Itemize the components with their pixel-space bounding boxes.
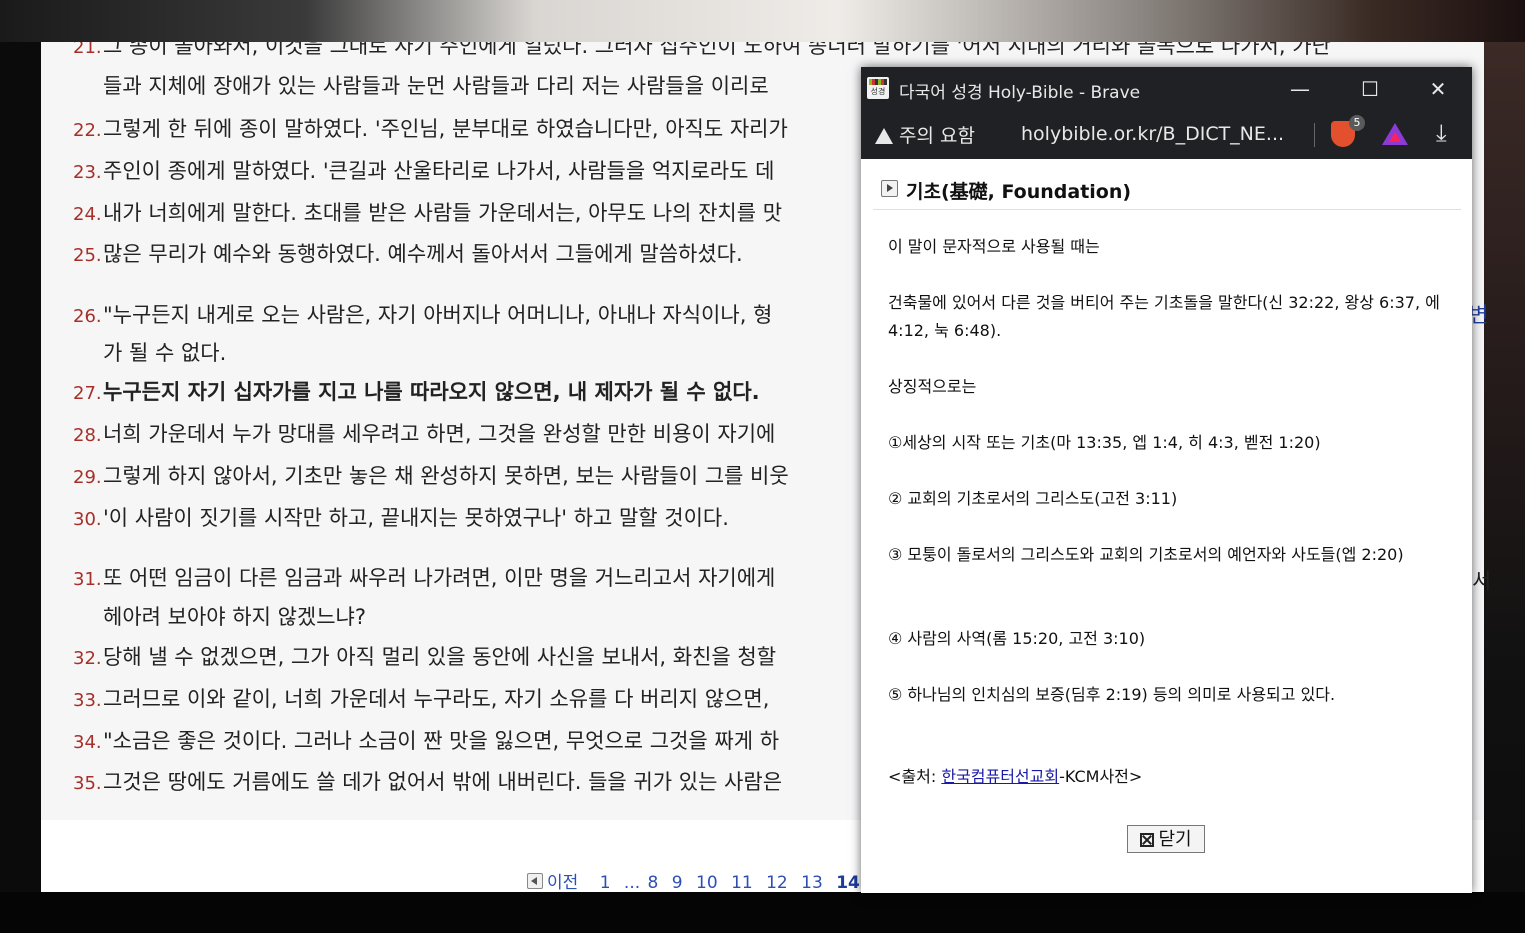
- verse-27: 27.누구든지 자기 십자가를 지고 나를 따라오지 않으면, 내 제자가 될 …: [73, 380, 760, 404]
- minimize-button[interactable]: —: [1277, 67, 1323, 111]
- verse-29: 29.그렇게 하지 않아서, 기초만 놓은 채 완성하지 못하면, 보는 사람들…: [73, 464, 789, 488]
- verse-23: 23.주인이 종에게 말하였다. '큰길과 산울타리로 나가서, 사람들을 억지…: [73, 159, 775, 183]
- definition-paragraph: 건축물에 있어서 다른 것을 버티어 주는 기초돌을 말한다(신 32:22, …: [888, 293, 1440, 340]
- url-text[interactable]: holybible.or.kr/B_DICT_NE...: [1021, 123, 1284, 145]
- source-link[interactable]: 한국컴퓨터선교회: [941, 767, 1059, 786]
- bible-app-icon: 성경: [867, 77, 889, 99]
- address-bar: 주의 요함 holybible.or.kr/B_DICT_NE... 5 ⤓: [861, 111, 1472, 159]
- verse-24: 24.내가 너희에게 말한다. 초대를 받은 사람들 가운데서는, 아무도 나의…: [73, 201, 783, 225]
- dictionary-content: 기초(基礎, Foundation) 이 말이 문자적으로 사용될 때는 건축물…: [861, 159, 1472, 893]
- definition-paragraph: 이 말이 문자적으로 사용될 때는: [888, 237, 1100, 256]
- definition-item: ④ 사람의 사역(롬 15:20, 고전 3:10): [888, 629, 1146, 648]
- verse-28: 28.너희 가운데서 누가 망대를 세우려고 하면, 그것을 완성할 만한 비용…: [73, 422, 776, 446]
- verse-35: 35.그것은 땅에도 거름에도 쓸 데가 없어서 밖에 내버린다. 들을 귀가 …: [73, 770, 783, 794]
- address-separator: [1314, 123, 1315, 147]
- close-button[interactable]: 닫기: [1127, 825, 1205, 853]
- prev-arrow-icon: [527, 873, 543, 889]
- background-photo-top: [0, 0, 1525, 42]
- pagination: 이전 1 ... 8 9 10 11 12 13 14 15: [527, 868, 903, 892]
- security-warning[interactable]: 주의 요함: [875, 121, 975, 148]
- source-line: <출처: 한국컴퓨터선교회-KCM사전>: [888, 767, 1143, 786]
- page-current-14: 14: [836, 873, 860, 892]
- window-titlebar[interactable]: 성경 다국어 성경 Holy-Bible - Brave — ☐ ✕: [861, 67, 1472, 111]
- page-link-8[interactable]: 8: [648, 873, 659, 892]
- verse-31-continued: 헤아려 보아야 하지 않겠느냐?: [103, 605, 367, 629]
- page-link-13[interactable]: 13: [801, 873, 823, 892]
- verse-33: 33.그러므로 이와 같이, 너희 가운데서 누구라도, 자기 소유를 다 버리…: [73, 687, 770, 711]
- window-close-button[interactable]: ✕: [1415, 67, 1461, 111]
- dictionary-popup-window: 성경 다국어 성경 Holy-Bible - Brave — ☐ ✕ 주의 요함…: [861, 67, 1472, 893]
- page-link-9[interactable]: 9: [672, 873, 683, 892]
- brave-rewards-icon[interactable]: [1382, 123, 1408, 145]
- definition-paragraph: 상징적으로는: [888, 377, 977, 396]
- verse-31: 31.또 어떤 임금이 다른 임금과 싸우러 나가려면, 이만 명을 거느리고서…: [73, 566, 776, 590]
- verse-21-continued: 들과 지체에 장애가 있는 사람들과 눈먼 사람들과 다리 저는 사람들을 이리…: [103, 74, 769, 98]
- verse-26: 26."누구든지 내게로 오는 사람은, 자기 아버지나 어머니나, 아내나 자…: [73, 303, 773, 327]
- verse-25: 25.많은 무리가 예수와 동행하였다. 예수께서 돌아서서 그들에게 말씀하셨…: [73, 242, 743, 266]
- definition-item: ③ 모퉁이 돌로서의 그리스도와 교회의 기초로서의 예언자와 사도들(엡 2:…: [888, 545, 1404, 564]
- window-title: 다국어 성경 Holy-Bible - Brave: [899, 83, 1141, 103]
- edge-text-fragment: 서: [1472, 569, 1492, 593]
- maximize-button[interactable]: ☐: [1347, 67, 1393, 111]
- verse-34: 34."소금은 좋은 것이다. 그러나 소금이 짠 맛을 잃으면, 무엇으로 그…: [73, 729, 780, 753]
- heading-divider: [873, 209, 1461, 210]
- page-link-1[interactable]: 1: [600, 873, 611, 892]
- background-photo-right: [1484, 42, 1525, 933]
- page-link-12[interactable]: 12: [766, 873, 788, 892]
- page-link-10[interactable]: 10: [696, 873, 718, 892]
- page-ellipsis: ...: [623, 873, 641, 892]
- prev-page-link[interactable]: 이전: [527, 873, 586, 892]
- entry-heading: 기초(基礎, Foundation): [881, 177, 1131, 204]
- play-icon[interactable]: [881, 180, 898, 197]
- shields-count-badge: 5: [1349, 115, 1365, 131]
- page-link-11[interactable]: 11: [731, 873, 753, 892]
- verse-30: 30.'이 사람이 짓기를 시작만 하고, 끝내지는 못하였구나' 하고 말할 …: [73, 506, 729, 530]
- download-icon[interactable]: ⤓: [1436, 119, 1447, 147]
- background-bottom: [0, 892, 1525, 933]
- warning-icon: [875, 128, 893, 144]
- definition-item: ①세상의 시작 또는 기초(마 13:35, 엡 1:4, 히 4:3, 벧전 …: [888, 433, 1321, 452]
- definition-item: ② 교회의 기초로서의 그리스도(고전 3:11): [888, 489, 1178, 508]
- verse-26-continued: 가 될 수 없다.: [103, 341, 227, 365]
- verse-22: 22.그렇게 한 뒤에 종이 말하였다. '주인님, 분부대로 하였습니다만, …: [73, 117, 788, 141]
- definition-item: ⑤ 하나님의 인치심의 보증(딤후 2:19) 등의 의미로 사용되고 있다.: [888, 685, 1336, 704]
- verse-21: 21.그 종이 돌아와서, 이것을 그대로 자기 주인에게 일렀다. 그러자 집…: [73, 42, 1331, 58]
- close-box-icon: [1140, 833, 1155, 847]
- verse-32: 32.당해 낼 수 없겠으면, 그가 아직 멀리 있을 동안에 사신을 보내서,…: [73, 645, 777, 669]
